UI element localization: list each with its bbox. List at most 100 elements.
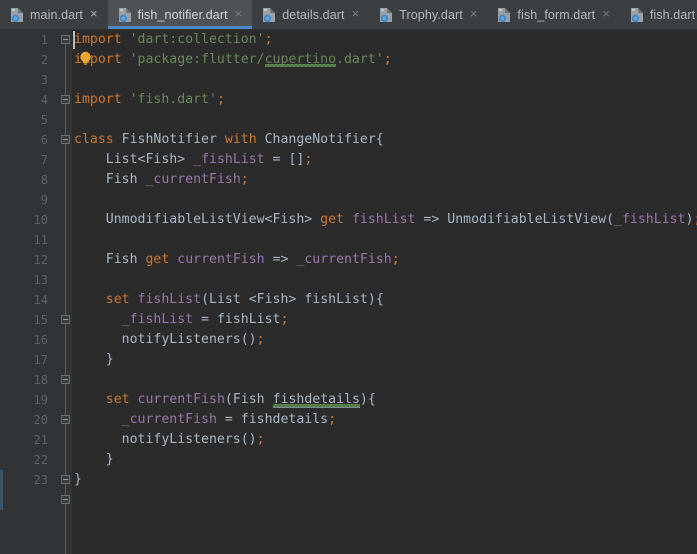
token-paren: ) (359, 392, 368, 407)
token-keyword: import (74, 32, 122, 47)
code-line: } (74, 450, 114, 470)
line-number: 1 (40, 33, 48, 47)
editor-tab-label: fish_form.dart (517, 7, 596, 22)
close-icon[interactable]: × (234, 7, 244, 22)
token-method-call: notifyListeners (121, 332, 241, 347)
fold-marker-open[interactable] (61, 135, 70, 144)
line-number: 19 (33, 393, 48, 407)
token-private-field: _fishList (614, 212, 686, 227)
line-number: 9 (40, 193, 48, 207)
token-operator: => (272, 252, 289, 267)
token-operator: = (201, 312, 210, 327)
token-brace: } (105, 452, 114, 467)
token-paren: ( (201, 292, 210, 307)
line-number: 23 (33, 473, 48, 487)
editor-tab-label: Trophy.dart (399, 7, 463, 22)
editor-tab-details-dart[interactable]: details.dart × (252, 0, 369, 29)
token-keyword: with (224, 132, 257, 147)
editor-tab-fish-notifier-dart[interactable]: fish_notifier.dart × (107, 0, 253, 29)
token-keyword: import (74, 92, 122, 107)
editor-tab-fish-dart[interactable]: fish.dart × (620, 0, 697, 29)
token-identifier: fishList (216, 312, 281, 327)
fold-marker-close[interactable] (61, 495, 70, 504)
token-semicolon: ; (240, 172, 249, 187)
code-fold-column[interactable] (59, 30, 72, 554)
dart-file-icon (630, 7, 644, 23)
token-setter-name: fishList (137, 292, 202, 307)
line-number: 4 (40, 93, 48, 107)
token-constructor: UnmodifiableListView (447, 212, 607, 227)
lightbulb-icon[interactable] (79, 51, 92, 66)
token-method-call: notifyListeners (121, 432, 241, 447)
editor-tab-label: main.dart (30, 7, 84, 22)
editor-tab-label: fish_notifier.dart (137, 7, 228, 22)
fold-marker-close[interactable] (61, 475, 70, 484)
line-number: 5 (40, 113, 48, 127)
token-semicolon: ; (328, 412, 337, 427)
code-text-area[interactable]: import 'dart:collection'; import 'packag… (72, 30, 697, 554)
line-number: 17 (33, 353, 48, 367)
editor-tab-bar: main.dart × fish_notifier.dart × details… (0, 0, 697, 30)
fold-marker-open[interactable] (61, 95, 70, 104)
token-private-field: _currentFish (121, 412, 217, 427)
token-private-field: _fishList (193, 152, 265, 167)
token-private-field: _currentFish (145, 172, 241, 187)
code-line (74, 70, 82, 90)
token-type: List <Fish> (209, 292, 297, 307)
token-class-name: FishNotifier (121, 132, 217, 147)
editor-tab-main-dart[interactable]: main.dart × (0, 0, 108, 29)
token-string: 'dart:collection' (129, 32, 265, 47)
line-number: 22 (33, 453, 48, 467)
line-number: 8 (40, 173, 48, 187)
token-semicolon: ; (256, 432, 265, 447)
token-keyword: get (320, 212, 344, 227)
line-number-gutter[interactable]: 1 2 3 4 5 6 7 8 9 10 11 12 13 14 15 16 1… (0, 30, 59, 554)
token-type: Fish (105, 172, 138, 187)
code-line (74, 370, 82, 390)
editor-tab-fish-form-dart[interactable]: fish_form.dart × (487, 0, 619, 29)
token-semicolon: ; (391, 252, 400, 267)
editor-tab-trophy-dart[interactable]: Trophy.dart × (369, 0, 487, 29)
token-class-name: ChangeNotifier (264, 132, 376, 147)
fold-marker-open[interactable] (61, 415, 70, 424)
close-icon[interactable]: × (89, 7, 99, 22)
token-bracket: [] (288, 152, 305, 167)
code-line: Fish _currentFish; (74, 170, 249, 190)
close-icon[interactable]: × (351, 7, 361, 22)
code-line: _fishList = fishList; (74, 310, 289, 330)
close-icon[interactable]: × (469, 7, 479, 22)
token-keyword: set (105, 292, 130, 307)
fold-marker-open[interactable] (61, 35, 70, 44)
token-string: 'fish.dart' (129, 92, 217, 107)
line-number: 14 (33, 293, 48, 307)
code-line: import 'package:flutter/cupertino.dart'; (74, 50, 392, 70)
token-keyword: class (74, 132, 114, 147)
fold-marker-open[interactable] (61, 315, 70, 324)
code-line: set currentFish(Fish fishdetails){ (74, 390, 376, 410)
code-line: notifyListeners(); (74, 430, 265, 450)
close-icon[interactable]: × (601, 7, 611, 22)
line-number: 10 (33, 213, 48, 227)
token-brace: } (105, 352, 114, 367)
code-editor[interactable]: 1 2 3 4 5 6 7 8 9 10 11 12 13 14 15 16 1… (0, 30, 697, 554)
token-string: 'package:flutter/ (129, 52, 265, 67)
token-semicolon: ; (280, 312, 289, 327)
fold-marker-close[interactable] (61, 375, 70, 384)
code-line: UnmodifiableListView<Fish> get fishList … (74, 210, 697, 230)
token-semicolon: ; (256, 332, 265, 347)
